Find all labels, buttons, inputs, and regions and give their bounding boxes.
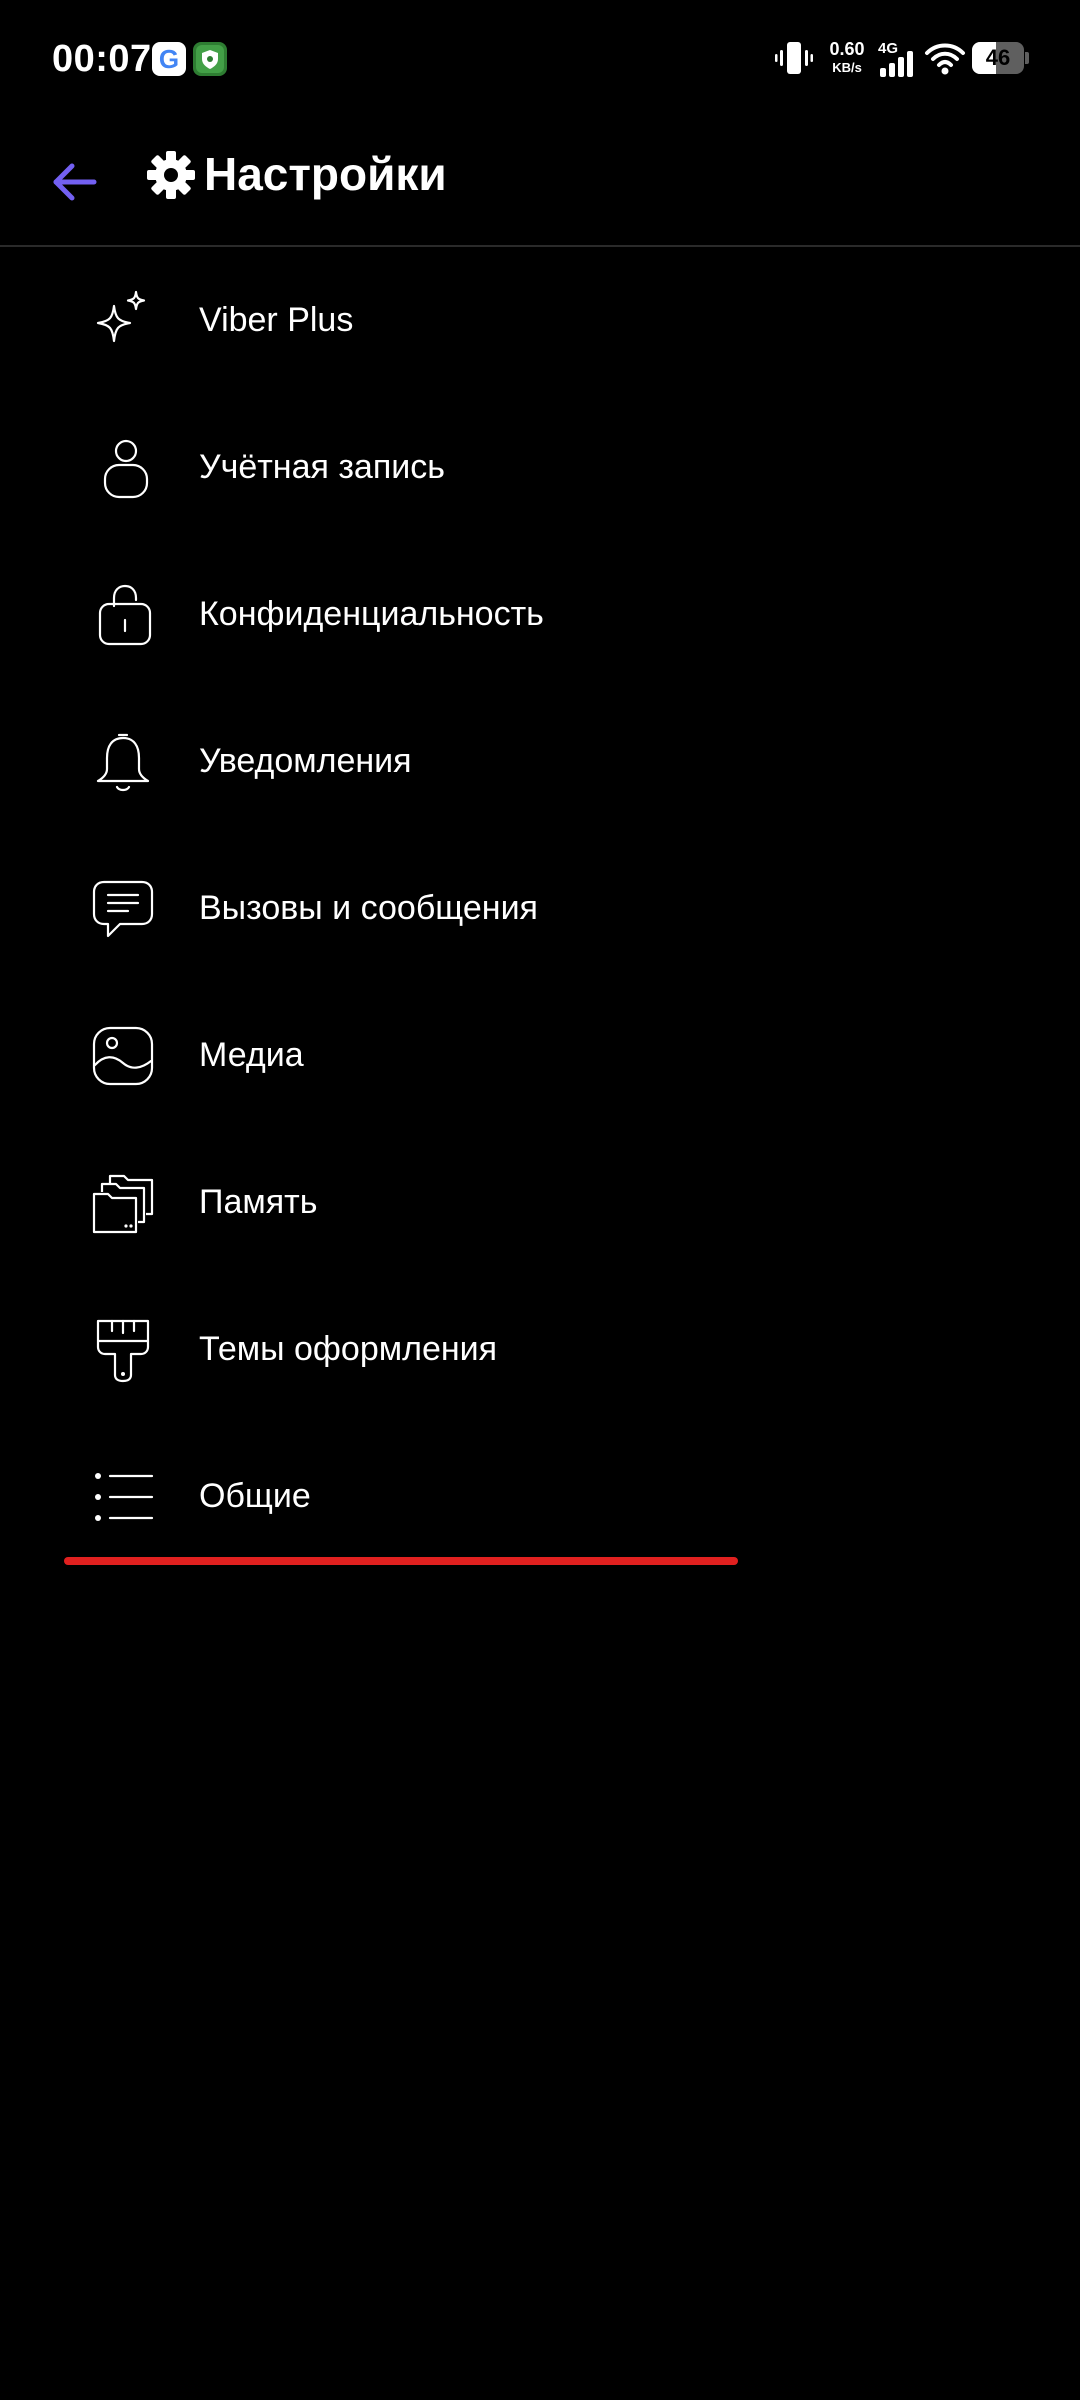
person-icon	[90, 435, 156, 501]
image-icon	[90, 1023, 156, 1089]
list-icon	[90, 1464, 156, 1530]
google-notification-icon: G	[152, 42, 186, 76]
settings-item-label: Память	[199, 1183, 318, 1221]
settings-item-account[interactable]: Учётная запись	[0, 394, 1080, 541]
settings-item-viber-plus[interactable]: Viber Plus	[0, 247, 1080, 394]
settings-item-themes[interactable]: Темы оформления	[0, 1276, 1080, 1423]
battery-tip	[1025, 52, 1029, 64]
battery-icon: 46	[972, 42, 1024, 74]
bell-icon	[90, 729, 156, 795]
settings-item-calls-messages[interactable]: Вызовы и сообщения	[0, 835, 1080, 982]
shield-notification-icon	[193, 42, 227, 76]
settings-item-storage[interactable]: Память	[0, 1129, 1080, 1276]
back-button[interactable]	[30, 138, 118, 226]
settings-item-notifications[interactable]: Уведомления	[0, 688, 1080, 835]
battery-level: 46	[985, 45, 1011, 70]
highlight-bar	[64, 1557, 738, 1565]
network-speed-unit: KB/s	[832, 60, 862, 75]
status-bar: 00:07 G 0.60 KB/s 4G 46	[0, 0, 1080, 118]
settings-item-label: Общие	[199, 1477, 311, 1515]
vibrate-icon	[774, 38, 814, 78]
settings-item-label: Учётная запись	[199, 448, 445, 486]
settings-item-label: Конфиденциальность	[199, 595, 544, 633]
signal-icon	[878, 50, 918, 78]
lock-icon	[90, 582, 156, 648]
network-speed: 0.60 KB/s	[820, 40, 874, 74]
network-speed-value: 0.60	[829, 39, 865, 59]
settings-item-label: Вызовы и сообщения	[199, 889, 538, 927]
settings-list: Viber Plus Учётная запись Конфиденциальн…	[0, 247, 1080, 1570]
gear-icon	[146, 150, 196, 200]
settings-item-general[interactable]: Общие	[0, 1423, 1080, 1570]
settings-item-label: Темы оформления	[199, 1330, 498, 1368]
settings-item-label: Уведомления	[199, 742, 412, 780]
settings-item-media[interactable]: Медиа	[0, 982, 1080, 1129]
settings-item-label: Viber Plus	[199, 301, 354, 339]
paint-brush-icon	[90, 1317, 156, 1383]
arrow-left-icon	[53, 163, 97, 201]
folders-icon	[90, 1170, 156, 1236]
app-bar: Настройки	[0, 118, 1080, 246]
page-title: Настройки	[204, 148, 447, 200]
settings-item-privacy[interactable]: Конфиденциальность	[0, 541, 1080, 688]
settings-item-label: Медиа	[199, 1036, 304, 1074]
status-time: 00:07	[52, 38, 152, 80]
sparkle-icon	[90, 288, 156, 354]
chat-bubble-icon	[90, 876, 156, 942]
wifi-icon	[924, 38, 966, 78]
